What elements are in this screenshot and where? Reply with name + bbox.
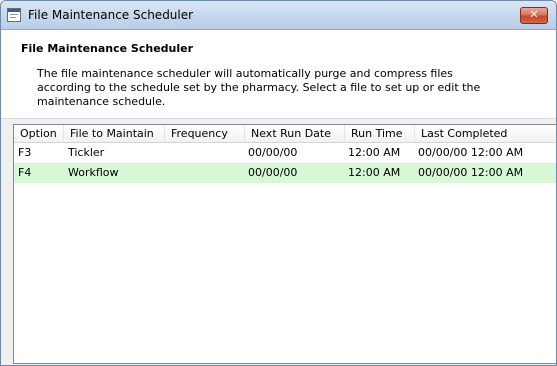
cell-last-completed: 00/00/00 12:00 AM xyxy=(418,146,524,159)
page-description: The file maintenance scheduler will auto… xyxy=(37,67,481,108)
cell-next-run-date: 00/00/00 xyxy=(248,146,298,159)
header-panel: File Maintenance Scheduler The file main… xyxy=(1,30,556,119)
table-row-selected[interactable]: F4 Workflow 00/00/00 12:00 AM 00/00/00 1… xyxy=(14,163,556,183)
column-header-last-completed[interactable]: Last Completed xyxy=(415,125,556,142)
column-header-bar: Option File to Maintain Frequency Next R… xyxy=(14,125,556,143)
window-title: File Maintenance Scheduler xyxy=(28,8,194,22)
cell-last-completed: 00/00/00 12:00 AM xyxy=(418,166,524,179)
cell-file: Tickler xyxy=(68,146,105,159)
column-header-option[interactable]: Option xyxy=(14,125,64,142)
title-bar[interactable]: File Maintenance Scheduler ✕ xyxy=(1,1,556,30)
dialog-window: File Maintenance Scheduler ✕ File Mainte… xyxy=(0,0,557,366)
column-header-run-time[interactable]: Run Time xyxy=(345,125,415,142)
cell-run-time: 12:00 AM xyxy=(348,146,401,159)
column-header-frequency[interactable]: Frequency xyxy=(165,125,245,142)
cell-run-time: 12:00 AM xyxy=(348,166,401,179)
column-header-file[interactable]: File to Maintain xyxy=(64,125,165,142)
cell-option: F3 xyxy=(18,146,32,159)
window-app-icon xyxy=(7,8,21,22)
cell-option: F4 xyxy=(18,166,32,179)
close-icon: ✕ xyxy=(529,8,539,21)
page-heading: File Maintenance Scheduler xyxy=(21,42,194,55)
cell-next-run-date: 00/00/00 xyxy=(248,166,298,179)
schedule-list[interactable]: Option File to Maintain Frequency Next R… xyxy=(13,124,556,364)
table-row[interactable]: F3 Tickler 00/00/00 12:00 AM 00/00/00 12… xyxy=(14,143,556,163)
column-header-next-run-date[interactable]: Next Run Date xyxy=(245,125,345,142)
close-button[interactable]: ✕ xyxy=(520,7,548,24)
cell-file: Workflow xyxy=(68,166,119,179)
